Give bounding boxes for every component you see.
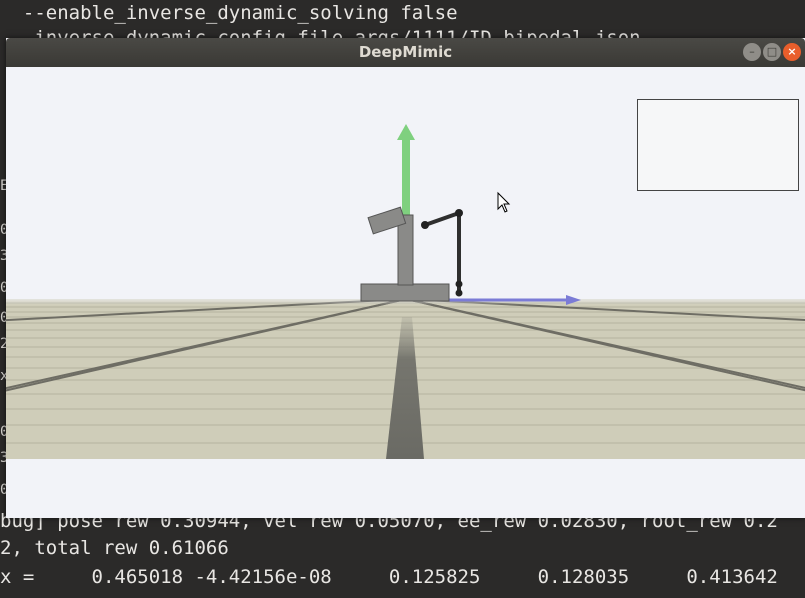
terminal-line-1: --enable_inverse_dynamic_solving false xyxy=(0,2,458,24)
robot-base xyxy=(360,283,450,302)
bottom-pane xyxy=(6,459,805,518)
terminal-line-5: x = 0.465018 -4.42156e-08 0.125825 0.128… xyxy=(0,566,778,588)
deepmimic-window[interactable]: DeepMimic – □ × xyxy=(6,38,805,518)
minimap-panel xyxy=(637,99,799,191)
simulation-viewport[interactable] xyxy=(6,67,805,459)
maximize-button[interactable]: □ xyxy=(763,43,781,61)
window-title: DeepMimic xyxy=(358,43,453,61)
minimize-button[interactable]: – xyxy=(743,43,761,61)
terminal-line-4: 2, total rew 0.61066 xyxy=(0,537,229,559)
y-axis-shaft xyxy=(402,139,410,217)
window-titlebar[interactable]: DeepMimic – □ × xyxy=(6,38,805,67)
close-button[interactable]: × xyxy=(783,43,801,61)
